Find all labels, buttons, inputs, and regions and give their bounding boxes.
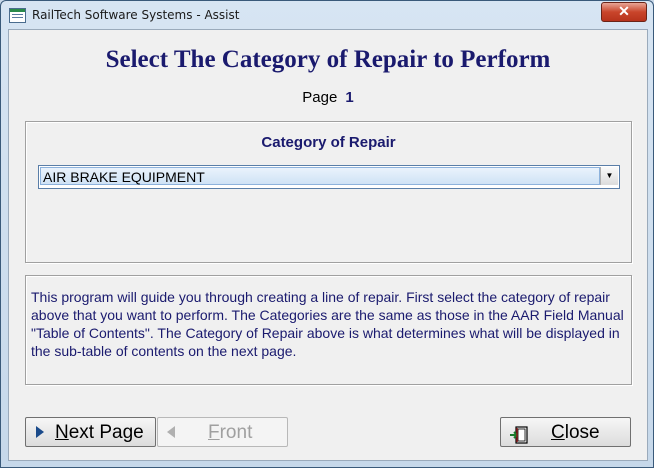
play-left-icon [167,426,175,438]
app-icon [9,8,26,23]
close-icon: ✕ [618,3,630,19]
description-group: This program will guide you through crea… [25,275,632,385]
assist-window: RailTech Software Systems - Assist ✕ Sel… [0,0,654,468]
page-indicator: Page 1 [9,89,647,106]
front-button[interactable]: Front [157,417,288,447]
next-page-button[interactable]: Next Page [25,417,156,447]
category-select[interactable]: AIR BRAKE EQUIPMENT ▼ [38,165,620,189]
page-number: 1 [345,89,354,106]
window-close-button[interactable]: ✕ [601,2,647,22]
title-bar[interactable]: RailTech Software Systems - Assist ✕ [1,1,653,29]
category-group: Category of Repair AIR BRAKE EQUIPMENT ▼ [25,121,632,263]
play-right-icon [36,426,44,438]
front-label: Front [208,422,253,443]
category-label: Category of Repair [261,134,396,151]
description-text: This program will guide you through crea… [31,289,624,359]
page-heading: Select The Category of Repair to Perform [105,46,551,73]
dropdown-arrow-icon[interactable]: ▼ [600,167,618,185]
close-button[interactable]: Close [500,417,631,447]
category-selected-value[interactable]: AIR BRAKE EQUIPMENT [40,167,600,185]
close-label: Close [551,422,600,443]
page-label: Page [302,89,338,106]
next-page-label: Next Page [55,422,144,443]
window-title: RailTech Software Systems - Assist [32,8,240,22]
exit-door-icon [510,426,528,444]
dialog-body: Select The Category of Repair to Perform… [8,29,648,461]
